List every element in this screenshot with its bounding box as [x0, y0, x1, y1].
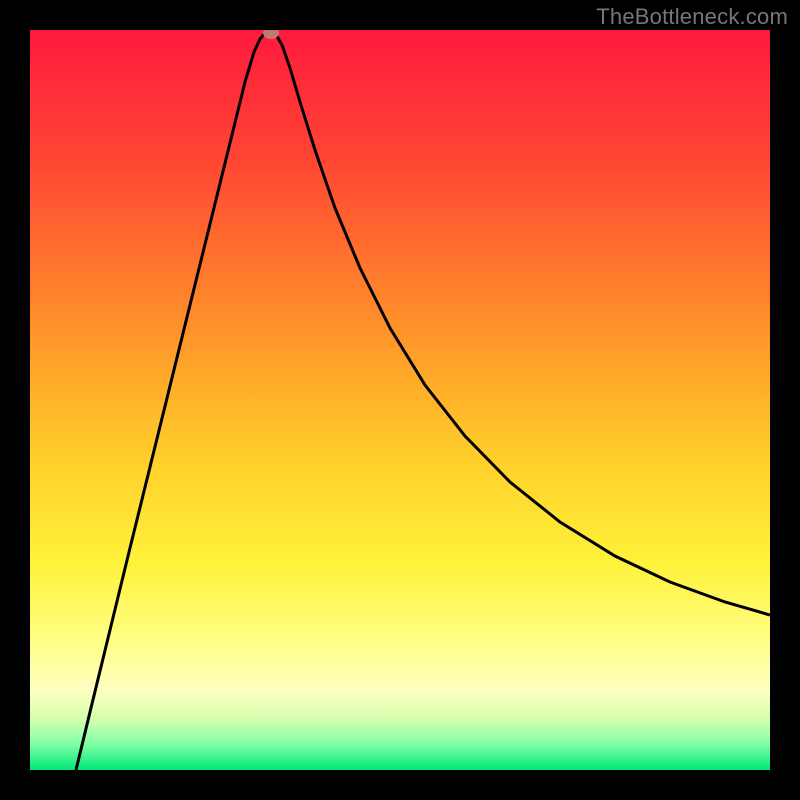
bottleneck-curve: [76, 30, 770, 770]
chart-frame: { "watermark": { "text": "TheBottleneck.…: [0, 0, 800, 800]
plot-area: [30, 30, 770, 770]
watermark-text: TheBottleneck.com: [596, 4, 788, 30]
curve-layer: [30, 30, 770, 770]
